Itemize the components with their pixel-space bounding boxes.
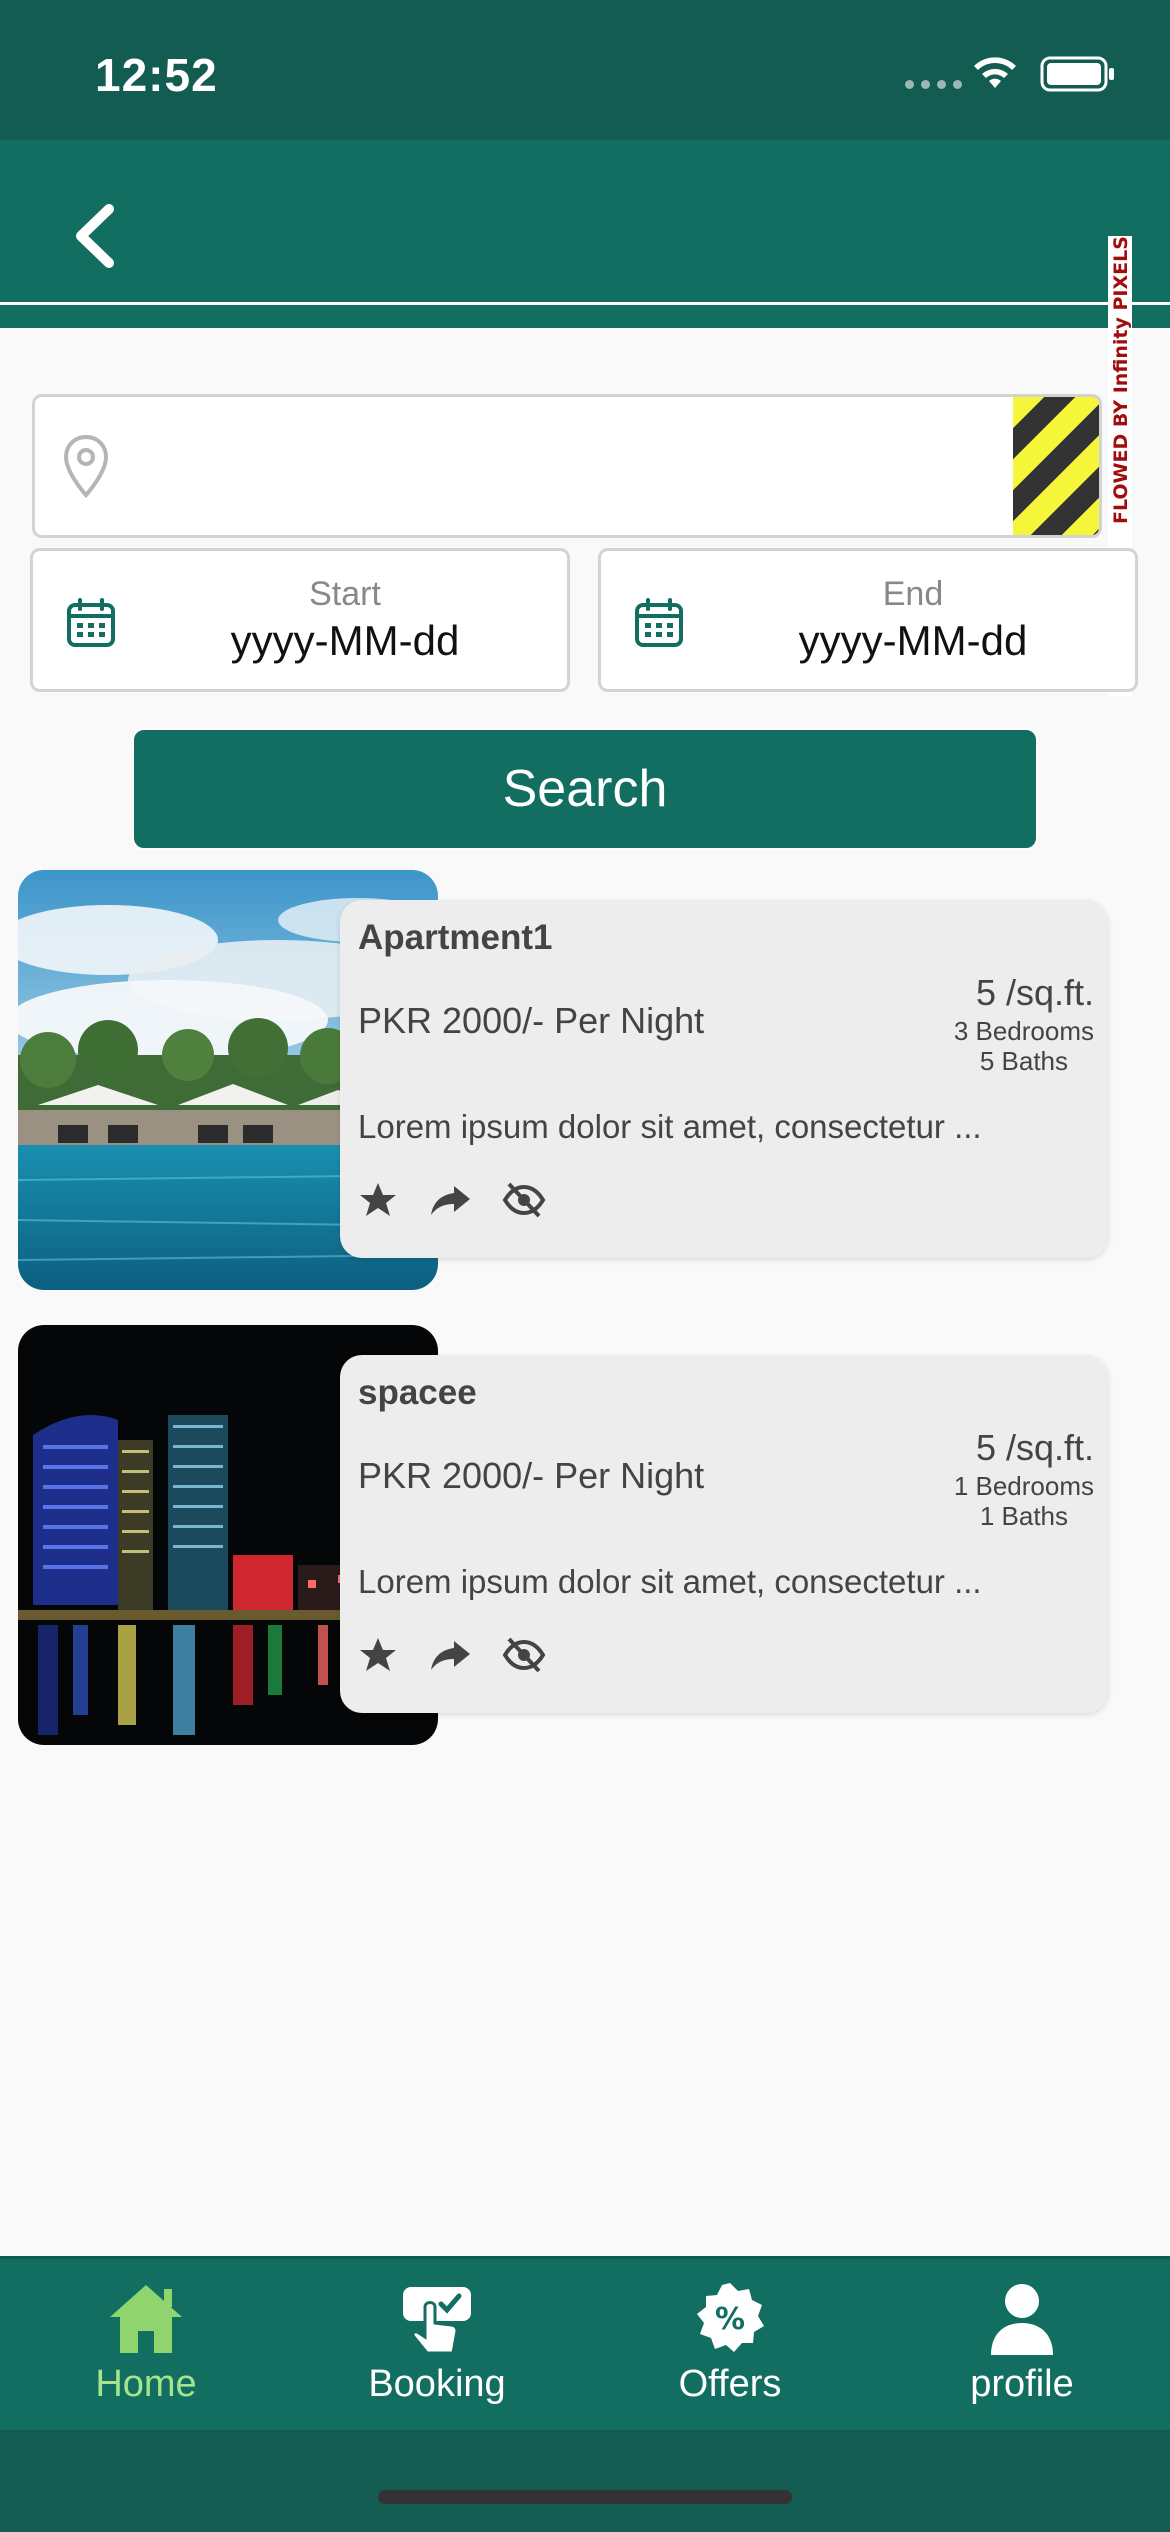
- wifi-icon: [974, 57, 1016, 88]
- end-date-value: yyyy-MM-dd: [798, 617, 1028, 664]
- nav-offers[interactable]: % Offers: [600, 2279, 860, 2419]
- battery-icon: [1040, 56, 1114, 92]
- star-icon[interactable]: [358, 1180, 398, 1220]
- listing-info[interactable]: spacee PKR 2000/- Per Night 5 /sq.ft. 1 …: [340, 1355, 1108, 1713]
- calendar-icon: [635, 598, 683, 647]
- bottom-nav: Home Booking % Offers profile: [0, 2256, 1170, 2430]
- listing-card[interactable]: Apartment1 PKR 2000/- Per Night 5 /sq.ft…: [18, 870, 1108, 1290]
- start-date-field[interactable]: Start yyyy-MM-dd: [30, 548, 570, 692]
- nav-offers-label: Offers: [678, 2363, 782, 2405]
- listing-title: Apartment1: [358, 918, 553, 957]
- eye-off-icon[interactable]: [502, 1180, 546, 1220]
- listing-description: Lorem ipsum dolor sit amet, consectetur …: [358, 1108, 982, 1145]
- start-date-label: Start: [309, 575, 381, 613]
- location-pin-icon: [63, 434, 109, 498]
- share-icon[interactable]: [428, 1180, 472, 1220]
- signal-icon: [905, 80, 962, 89]
- listing-price: PKR 2000/- Per Night: [358, 1455, 705, 1496]
- nav-home[interactable]: Home: [16, 2279, 276, 2419]
- status-bar: 12:52: [0, 0, 1170, 140]
- chevron-left-icon: [76, 204, 114, 268]
- calendar-icon: [67, 598, 115, 647]
- overflow-indicator: [1013, 397, 1099, 535]
- listing-description: Lorem ipsum dolor sit amet, consectetur …: [358, 1563, 982, 1600]
- listing-area: 5 /sq.ft.: [975, 1427, 1094, 1468]
- eye-off-icon[interactable]: [502, 1635, 546, 1675]
- listing-info[interactable]: Apartment1 PKR 2000/- Per Night 5 /sq.ft…: [340, 900, 1108, 1258]
- status-time: 12:52: [95, 49, 218, 101]
- listing-price: PKR 2000/- Per Night: [358, 1000, 705, 1041]
- location-field[interactable]: [32, 394, 1102, 538]
- start-date-value: yyyy-MM-dd: [230, 617, 460, 664]
- nav-home-label: Home: [95, 2363, 197, 2405]
- listing-bedrooms: 1 Bedrooms: [953, 1471, 1094, 1501]
- home-indicator[interactable]: [378, 2490, 792, 2504]
- nav-profile-label: profile: [970, 2363, 1074, 2405]
- nav-booking-label: Booking: [368, 2363, 506, 2405]
- app-bar: [0, 140, 1170, 328]
- nav-profile[interactable]: profile: [892, 2279, 1152, 2419]
- nav-booking[interactable]: Booking: [307, 2279, 567, 2419]
- listing-baths: 1 Baths: [979, 1501, 1068, 1531]
- back-button[interactable]: [70, 200, 120, 272]
- svg-text:%: %: [715, 2302, 745, 2337]
- listing-bedrooms: 3 Bedrooms: [953, 1016, 1094, 1046]
- home-icon: [110, 2285, 182, 2353]
- home-indicator-area: [0, 2430, 1170, 2532]
- end-date-label: End: [882, 575, 944, 613]
- app-bar-divider: [0, 302, 1170, 305]
- listing-title: spacee: [358, 1373, 477, 1412]
- search-button[interactable]: Search: [132, 728, 1038, 850]
- booking-icon: [403, 2287, 471, 2355]
- listing-baths: 5 Baths: [979, 1046, 1068, 1076]
- end-date-field[interactable]: End yyyy-MM-dd: [598, 548, 1138, 692]
- share-icon[interactable]: [428, 1635, 472, 1675]
- profile-icon: [991, 2284, 1053, 2355]
- star-icon[interactable]: [358, 1635, 398, 1675]
- location-input[interactable]: [135, 427, 995, 507]
- listing-card[interactable]: spacee PKR 2000/- Per Night 5 /sq.ft. 1 …: [18, 1325, 1108, 1745]
- listing-area: 5 /sq.ft.: [975, 972, 1094, 1013]
- offers-icon: %: [697, 2283, 764, 2352]
